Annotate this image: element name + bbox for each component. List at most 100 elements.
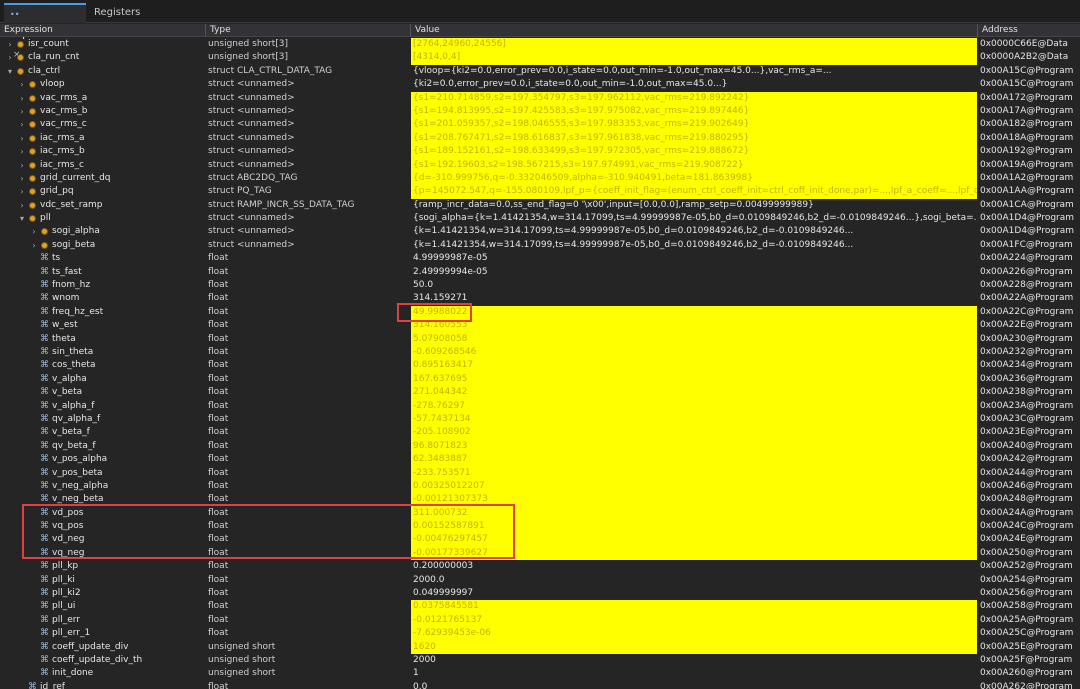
value-cell[interactable]: {ki2=0.0,error_prev=0.0,i_state=0.0,out_… xyxy=(411,78,977,91)
tree-row[interactable]: ⌘ ts_fast float 2.49999994e-05 0x00A226@Prog… xyxy=(0,266,1080,279)
value-cell[interactable]: 50.0 xyxy=(411,279,977,292)
expression-cell[interactable]: ⌘ pll_ki2 xyxy=(0,587,206,600)
value-cell[interactable]: 314.159271 xyxy=(411,292,977,305)
expression-cell[interactable]: › isr_count xyxy=(0,38,206,51)
expand-closed-icon[interactable]: › xyxy=(18,172,26,185)
expression-cell[interactable]: ⌘ vd_neg xyxy=(0,533,206,546)
expand-closed-icon[interactable]: › xyxy=(18,159,26,172)
tree-row[interactable]: › vac_rms_b struct <unnamed> {s1=194.813995… xyxy=(0,104,1080,119)
tree-row[interactable]: ⌘ v_beta float 271.044342 0x00A238@Program xyxy=(0,386,1080,400)
tree-row[interactable]: ⌘ v_alpha_f float -278.76297 0x00A23A@Progra… xyxy=(0,399,1080,413)
expression-cell[interactable]: ⌘ w_est xyxy=(0,319,206,332)
tree-row[interactable]: › grid_pq struct PQ_TAG {p=145072.547,q=-15… xyxy=(0,185,1080,199)
value-cell[interactable]: 2000 xyxy=(411,654,977,667)
expression-cell[interactable]: ⌘ qv_beta_f xyxy=(0,440,206,453)
expression-cell[interactable]: ⌘ vq_neg xyxy=(0,547,206,560)
value-cell[interactable]: 0.0375845581 xyxy=(411,600,977,614)
expand-open-icon[interactable]: ▾ xyxy=(6,65,14,78)
expression-cell[interactable]: ⌘ pll_ki xyxy=(0,574,206,587)
tab-registers[interactable]: Registers xyxy=(88,3,150,23)
expression-cell[interactable]: ⌘ theta xyxy=(0,333,206,346)
column-header-expression[interactable]: Expression xyxy=(0,24,206,37)
tree-row[interactable]: ⌘ pll_ui float 0.0375845581 0x00A258@Program xyxy=(0,600,1080,614)
value-cell[interactable]: -205.108902 xyxy=(411,426,977,440)
expression-cell[interactable]: ⌘ id_ref xyxy=(0,681,206,689)
value-cell[interactable]: -0.00121307373 xyxy=(411,493,977,507)
tree-row[interactable]: ⌘ freq_hz_est float 49.9988022 0x00A22C@Prog… xyxy=(0,305,1080,320)
value-cell[interactable]: 167.637695 xyxy=(411,372,977,387)
value-cell[interactable]: -7.62939453e-06 xyxy=(411,627,977,641)
value-cell[interactable]: 0.0 xyxy=(411,681,977,689)
tree-row[interactable]: ⌘ coeff_update_div_th unsigned short 2000 0x… xyxy=(0,654,1080,667)
tree-row[interactable]: ⌘ pll_err float -0.0121765137 0x00A25A@Progr… xyxy=(0,613,1080,628)
expand-closed-icon[interactable]: › xyxy=(18,105,26,118)
tree-row[interactable]: › iac_rms_c struct <unnamed> {s1=192.19603,… xyxy=(0,158,1080,172)
value-cell[interactable]: {s1=201.059357,s2=198.046555,s3=197.9833… xyxy=(411,118,977,132)
tree-row[interactable]: ⌘ pll_ki2 float 0.049999997 0x00A256@Program xyxy=(0,587,1080,600)
value-cell[interactable]: [2764,24960,24556] xyxy=(411,38,977,52)
tree-row[interactable]: ⌘ vd_neg float -0.00476297457 0x00A24E@Progr… xyxy=(0,533,1080,547)
expression-cell[interactable]: ⌘ v_beta_f xyxy=(0,426,206,439)
expression-cell[interactable]: ⌘ pll_ui xyxy=(0,600,206,613)
tree-row[interactable]: ⌘ v_neg_alpha float 0.00325012207 0x00A246@P… xyxy=(0,479,1080,494)
expression-cell[interactable]: ⌘ freq_hz_est xyxy=(0,306,206,319)
tree-row[interactable]: ⌘ vd_pos float 311.000732 0x00A24A@Program xyxy=(0,506,1080,521)
expression-cell[interactable]: ⌘ vd_pos xyxy=(0,507,206,520)
tree-row[interactable]: ⌘ cos_theta float 0.895163417 0x00A234@Progr… xyxy=(0,359,1080,373)
tree-row[interactable]: ⌘ ts float 4.99999987e-05 0x00A224@Program xyxy=(0,252,1080,265)
tree-row[interactable]: ⌘ init_done unsigned short 1 0x00A260@Progra… xyxy=(0,667,1080,680)
expression-cell[interactable]: ⌘ v_pos_beta xyxy=(0,467,206,480)
expression-cell[interactable]: › vdc_set_ramp xyxy=(0,199,206,212)
value-cell[interactable]: {sogi_alpha={k=1.41421354,w=314.17099,ts… xyxy=(411,212,977,225)
expression-cell[interactable]: › sogi_beta xyxy=(0,239,206,252)
expand-closed-icon[interactable]: › xyxy=(6,38,14,51)
value-cell[interactable]: {k=1.41421354,w=314.17099,ts=4.99999987e… xyxy=(411,225,977,238)
expression-cell[interactable]: ⌘ v_alpha_f xyxy=(0,400,206,413)
expression-cell[interactable]: › grid_pq xyxy=(0,185,206,198)
value-cell[interactable]: 0.00325012207 xyxy=(411,479,977,494)
value-cell[interactable]: {s1=210.714859,s2=197.354797,s3=197.9621… xyxy=(411,91,977,105)
value-cell[interactable]: 0.200000003 xyxy=(411,560,977,573)
tree-row[interactable]: › sogi_beta struct <unnamed> {k=1.41421354,… xyxy=(0,239,1080,252)
tree-row[interactable]: › vloop struct <unnamed> {ki2=0.0,error_pre… xyxy=(0,78,1080,91)
tree-row[interactable]: › iac_rms_a struct <unnamed> {s1=208.767471… xyxy=(0,131,1080,146)
expression-cell[interactable]: ⌘ v_pos_alpha xyxy=(0,453,206,466)
tree-row[interactable]: ⌘ coeff_update_div unsigned short 1620 0x00A… xyxy=(0,640,1080,654)
tree-row[interactable]: ⌘ fnom_hz float 50.0 0x00A228@Program xyxy=(0,279,1080,292)
value-cell[interactable]: 49.9988022 xyxy=(411,305,977,320)
tree-row[interactable]: › vdc_set_ramp struct RAMP_INCR_SS_DATA_TA… xyxy=(0,199,1080,212)
value-cell[interactable]: -0.609268546 xyxy=(411,345,977,360)
expression-cell[interactable]: ⌘ sin_theta xyxy=(0,346,206,359)
expand-closed-icon[interactable]: › xyxy=(6,51,14,64)
tree-row[interactable]: ⌘ qv_beta_f float 96.8071823 0x00A240@Progra… xyxy=(0,439,1080,454)
expression-cell[interactable]: › iac_rms_c xyxy=(0,159,206,172)
expression-cell[interactable]: ⌘ coeff_update_div_th xyxy=(0,654,206,667)
tree-row[interactable]: ⌘ wnom float 314.159271 0x00A22A@Program xyxy=(0,292,1080,305)
value-cell[interactable]: 4.99999987e-05 xyxy=(411,252,977,265)
expression-cell[interactable]: › grid_current_dq xyxy=(0,172,206,185)
value-cell[interactable]: 1620 xyxy=(411,640,977,654)
expression-cell[interactable]: ▾ pll xyxy=(0,212,206,225)
tree-row[interactable]: › sogi_alpha struct <unnamed> {k=1.41421354… xyxy=(0,225,1080,238)
tree-row[interactable]: ⌘ v_beta_f float -205.108902 0x00A23E@Progra… xyxy=(0,426,1080,440)
expression-cell[interactable]: ⌘ qv_alpha_f xyxy=(0,413,206,426)
expand-closed-icon[interactable]: › xyxy=(18,92,26,105)
expand-closed-icon[interactable]: › xyxy=(18,145,26,158)
expression-cell[interactable]: ▾ cla_ctrl xyxy=(0,65,206,78)
tree-row[interactable]: ⌘ pll_kp float 0.200000003 0x00A252@Program xyxy=(0,560,1080,573)
value-cell[interactable]: {k=1.41421354,w=314.17099,ts=4.99999987e… xyxy=(411,239,977,252)
column-header-address[interactable]: Address xyxy=(978,24,1080,37)
tree-row[interactable]: ⌘ v_alpha float 167.637695 0x00A236@Program xyxy=(0,372,1080,387)
tree-row[interactable]: ▾ pll struct <unnamed> {sogi_alpha={k=1.414… xyxy=(0,212,1080,225)
tree-row[interactable]: › cla_run_cnt unsigned short[3] [4314,0,4] 0… xyxy=(0,51,1080,65)
value-cell[interactable]: {s1=192.19603,s2=198.567215,s3=197.97499… xyxy=(411,158,977,172)
expression-cell[interactable]: › vac_rms_c xyxy=(0,118,206,131)
tree-row[interactable]: ⌘ qv_alpha_f float -57.7437134 0x00A23C@Prog… xyxy=(0,412,1080,427)
value-cell[interactable]: {s1=208.767471,s2=198.616837,s3=197.9618… xyxy=(411,131,977,146)
value-cell[interactable]: 62.3483887 xyxy=(411,453,977,467)
value-cell[interactable]: {s1=189.152161,s2=198.633499,s3=197.9723… xyxy=(411,145,977,159)
tree-row[interactable]: › iac_rms_b struct <unnamed> {s1=189.152161… xyxy=(0,145,1080,159)
column-header-type[interactable]: Type xyxy=(206,24,411,37)
expand-closed-icon[interactable]: › xyxy=(30,239,38,252)
value-cell[interactable]: -0.0121765137 xyxy=(411,613,977,628)
